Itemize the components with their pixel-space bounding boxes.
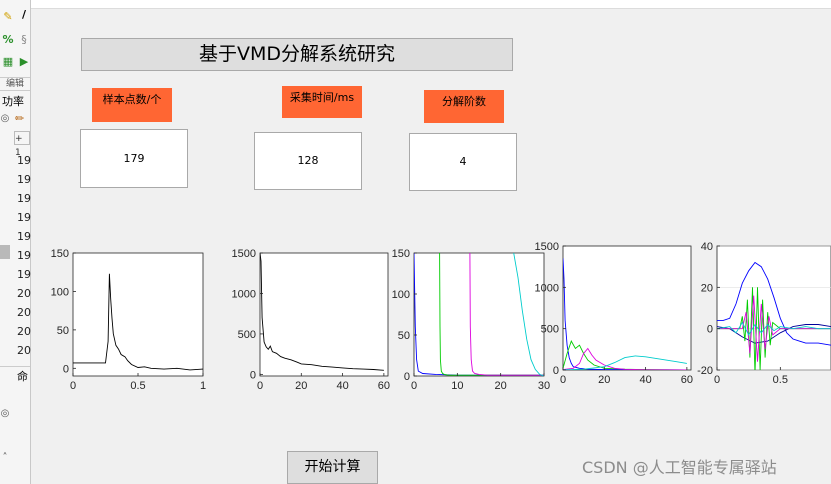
plot-area: 0 0.5 10501001500 20 40 600500100015000 10 20 30… (51, 241, 831, 392)
start-calc-button[interactable]: 开始计算 (287, 451, 378, 484)
y-tick-label: 100 (392, 289, 410, 301)
x-tick-label: 20 (295, 380, 307, 392)
y-tick-label: 1000 (232, 288, 256, 300)
x-tick-label: 0 (560, 374, 566, 386)
y-tick-label: 20 (701, 282, 713, 294)
y-tick-label: -20 (697, 365, 713, 377)
chart-2: 0 20 40 60 0 500 1000 1500 (232, 248, 390, 392)
y-tick-label: 500 (541, 324, 559, 336)
chart-1: 0 0.5 1 0 50 100 150 (51, 248, 206, 392)
x-tick-label: 60 (378, 380, 390, 392)
chart-3: 0 10 20 30 0 50 100 150 (392, 248, 550, 392)
x-tick-label: 40 (639, 374, 651, 386)
y-tick-label: 100 (51, 286, 69, 298)
y-tick-label: 0 (404, 371, 410, 383)
x-tick-label: 20 (495, 380, 507, 392)
y-tick-label: 50 (57, 325, 69, 337)
y-tick-label: 150 (392, 248, 410, 260)
y-tick-label: 0 (553, 365, 559, 377)
axes-box (259, 252, 389, 377)
chart-5: 0 0.5-2002040 (697, 241, 831, 386)
watermark: CSDN @人工智能专属驿站 (582, 458, 777, 477)
y-tick-label: 1000 (535, 282, 559, 294)
x-tick-label: 0 (257, 380, 263, 392)
x-tick-label: 30 (538, 380, 550, 392)
x-tick-label: 0.5 (773, 374, 788, 386)
y-tick-label: 1500 (535, 241, 559, 253)
x-tick-label: 10 (451, 380, 463, 392)
chart-4: 0 20 40 60 0 500 1000 1500 (535, 241, 693, 386)
y-tick-label: 40 (701, 241, 713, 253)
y-tick-label: 0 (63, 363, 69, 375)
x-tick-label: 1 (200, 380, 206, 392)
x-tick-label: 0.5 (130, 380, 145, 392)
y-tick-label: 50 (398, 330, 410, 342)
x-tick-label: 20 (598, 374, 610, 386)
x-tick-label: 40 (336, 380, 348, 392)
x-tick-label: 0 (70, 380, 76, 392)
y-tick-label: 1500 (232, 248, 256, 260)
axes-box (413, 252, 545, 377)
y-tick-label: 0 (707, 324, 713, 336)
x-tick-label: 60 (681, 374, 693, 386)
y-tick-label: 500 (238, 329, 256, 341)
y-tick-label: 0 (250, 369, 256, 381)
y-tick-label: 150 (51, 248, 69, 260)
x-tick-label: 0 (714, 374, 720, 386)
x-tick-label: 0 (411, 380, 417, 392)
axes-box (72, 252, 204, 377)
